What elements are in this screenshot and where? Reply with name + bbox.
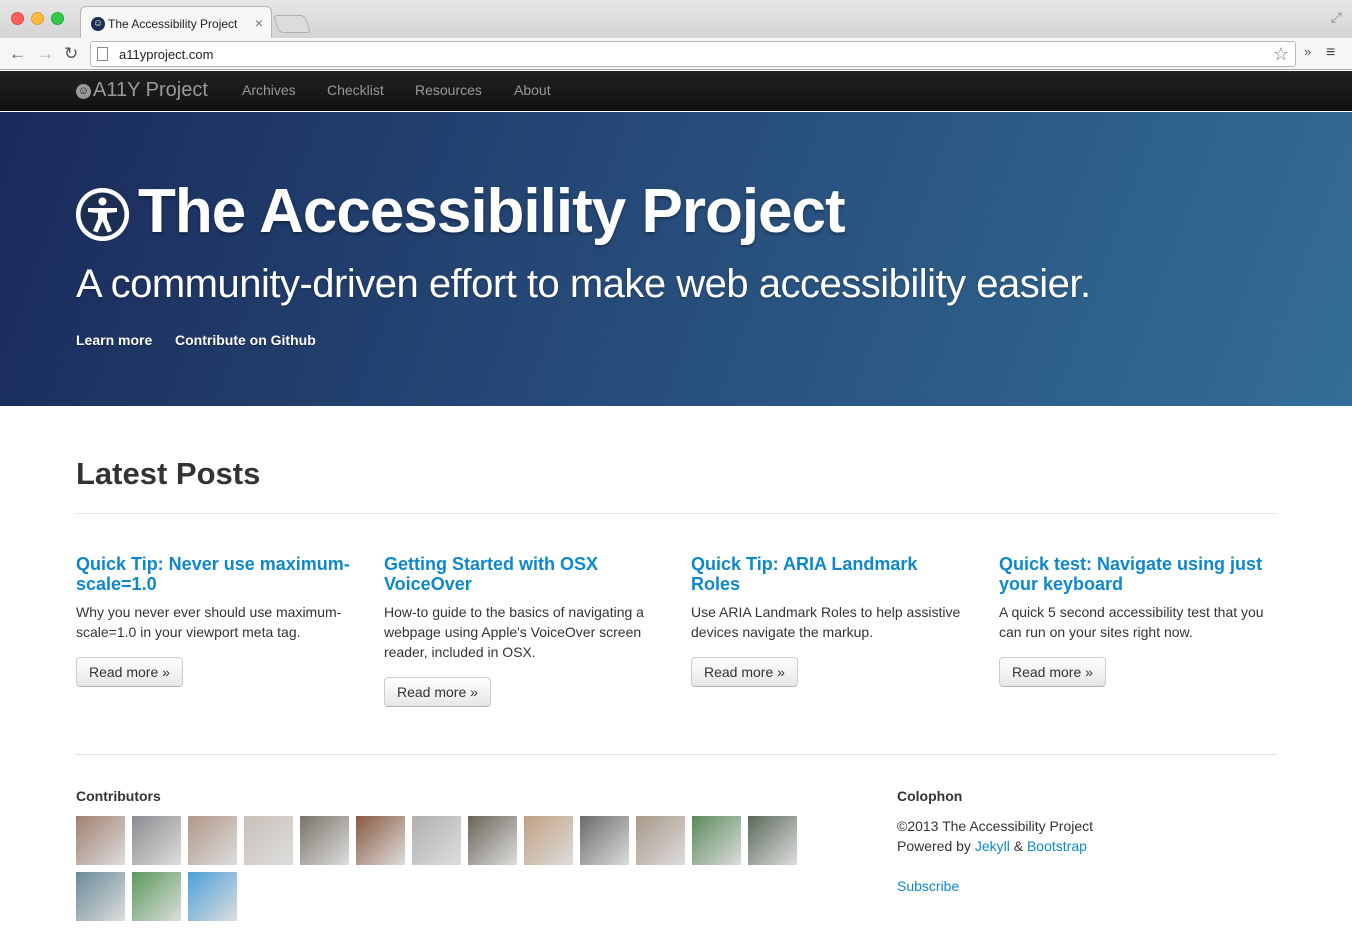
bootstrap-link[interactable]: Bootstrap xyxy=(1027,838,1087,854)
contribute-github-link[interactable]: Contribute on Github xyxy=(175,332,316,348)
post-title-link[interactable]: Quick test: Navigate using just your key… xyxy=(999,554,1279,594)
powered-by-label: Powered by xyxy=(897,838,975,854)
latest-posts-heading: Latest Posts xyxy=(76,456,261,491)
forward-button[interactable]: → xyxy=(37,44,54,64)
contributor-avatar[interactable] xyxy=(524,816,573,865)
post-card: Quick Tip: ARIA Landmark Roles Use ARIA … xyxy=(691,554,971,687)
contributor-avatar[interactable] xyxy=(300,816,349,865)
learn-more-link[interactable]: Learn more xyxy=(76,332,152,348)
hero-banner: The Accessibility Project A community-dr… xyxy=(0,112,1352,406)
nav-checklist[interactable]: Checklist xyxy=(327,82,384,98)
contributors-heading: Contributors xyxy=(76,788,161,804)
contributors-avatars xyxy=(76,816,876,928)
contributor-avatar[interactable] xyxy=(692,816,741,865)
reload-button[interactable]: ↻ xyxy=(64,44,78,64)
contributor-avatar[interactable] xyxy=(76,872,125,921)
chrome-menu-icon[interactable]: ≡ xyxy=(1326,44,1335,62)
contributor-avatar[interactable] xyxy=(636,816,685,865)
window-maximize-button[interactable] xyxy=(51,12,64,25)
hero-subtitle: A community-driven effort to make web ac… xyxy=(76,262,1091,306)
post-card: Quick Tip: Never use maximum-scale=1.0 W… xyxy=(76,554,356,687)
post-description: Why you never ever should use maximum-sc… xyxy=(76,604,342,640)
accessibility-icon: ☺ xyxy=(76,84,91,99)
nav-resources[interactable]: Resources xyxy=(415,82,482,98)
divider xyxy=(76,754,1276,755)
accessibility-logo-icon xyxy=(76,188,129,241)
post-description: Use ARIA Landmark Roles to help assistiv… xyxy=(691,604,961,640)
post-title-link[interactable]: Quick Tip: ARIA Landmark Roles xyxy=(691,554,971,594)
brand-link[interactable]: ☺ A11Y Project xyxy=(76,79,208,102)
contributor-avatar[interactable] xyxy=(356,816,405,865)
contributor-avatar[interactable] xyxy=(76,816,125,865)
post-description: How-to guide to the basics of navigating… xyxy=(384,604,644,660)
page-icon xyxy=(97,47,108,61)
browser-tab[interactable]: ☺ The Accessibility Project × xyxy=(80,6,272,38)
back-button[interactable]: ← xyxy=(9,44,26,64)
post-description: A quick 5 second accessibility test that… xyxy=(999,604,1264,640)
divider xyxy=(76,513,1276,514)
contributor-avatar[interactable] xyxy=(412,816,461,865)
contributor-avatar[interactable] xyxy=(132,816,181,865)
contributor-avatar[interactable] xyxy=(244,816,293,865)
bookmark-star-icon[interactable]: ☆ xyxy=(1273,44,1289,65)
colophon-heading: Colophon xyxy=(897,788,963,804)
browser-titlebar: ☺ The Accessibility Project × ⤢ xyxy=(0,0,1352,38)
read-more-button[interactable]: Read more » xyxy=(999,657,1106,687)
copyright-text: ©2013 The Accessibility Project xyxy=(897,818,1094,834)
nav-archives[interactable]: Archives xyxy=(242,82,296,98)
contributor-avatar[interactable] xyxy=(188,872,237,921)
post-card: Quick test: Navigate using just your key… xyxy=(999,554,1279,687)
brand-label: A11Y Project xyxy=(93,79,208,101)
tab-close-icon[interactable]: × xyxy=(255,15,263,31)
contributor-avatar[interactable] xyxy=(468,816,517,865)
powered-by-line: Powered by Jekyll & Bootstrap xyxy=(897,838,1087,854)
read-more-button[interactable]: Read more » xyxy=(76,657,183,687)
jekyll-link[interactable]: Jekyll xyxy=(975,838,1010,854)
subscribe-link[interactable]: Subscribe xyxy=(897,878,959,894)
read-more-button[interactable]: Read more » xyxy=(691,657,798,687)
contributor-avatar[interactable] xyxy=(188,816,237,865)
post-title-link[interactable]: Quick Tip: Never use maximum-scale=1.0 xyxy=(76,554,356,594)
read-more-button[interactable]: Read more » xyxy=(384,677,491,707)
fullscreen-icon[interactable]: ⤢ xyxy=(1331,9,1342,26)
accessibility-favicon-icon: ☺ xyxy=(91,17,105,31)
extensions-overflow-button[interactable]: » xyxy=(1304,44,1311,59)
contributor-avatar[interactable] xyxy=(748,816,797,865)
hero-title: The Accessibility Project xyxy=(138,177,846,246)
post-card: Getting Started with OSX VoiceOver How-t… xyxy=(384,554,664,707)
browser-toolbar: ← → ↻ a11yproject.com ☆ » ≡ xyxy=(0,38,1352,70)
url-text[interactable]: a11yproject.com xyxy=(119,47,213,62)
contributor-avatar[interactable] xyxy=(580,816,629,865)
new-tab-button[interactable] xyxy=(272,15,312,33)
tab-title: The Accessibility Project xyxy=(108,17,238,31)
window-minimize-button[interactable] xyxy=(31,12,44,25)
contributor-avatar[interactable] xyxy=(132,872,181,921)
window-close-button[interactable] xyxy=(11,12,24,25)
nav-about[interactable]: About xyxy=(514,82,551,98)
ampersand: & xyxy=(1009,838,1027,854)
site-navbar: ☺ A11Y Project Archives Checklist Resourc… xyxy=(0,71,1352,111)
post-title-link[interactable]: Getting Started with OSX VoiceOver xyxy=(384,554,664,594)
address-bar[interactable]: a11yproject.com ☆ xyxy=(90,41,1296,67)
